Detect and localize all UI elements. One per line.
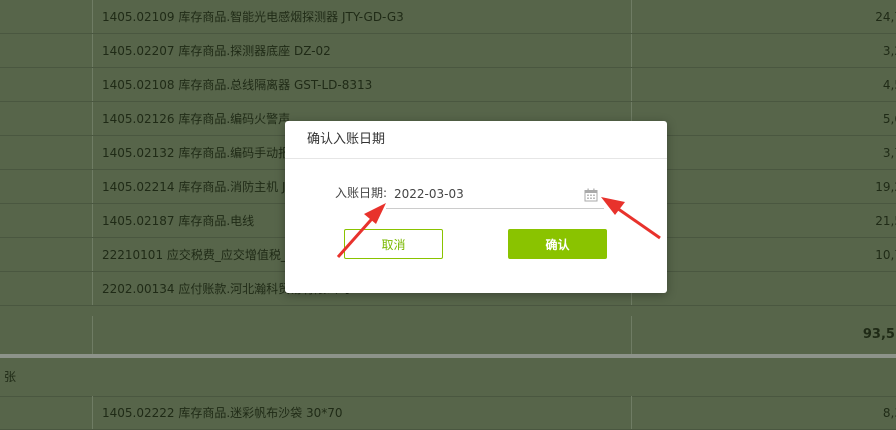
table-row[interactable]: 1405.02109 库存商品.智能光电感烟探测器 JTY-GD-G3 24,7 [0,0,896,34]
account-name: 1405.02222 库存商品.迷彩帆布沙袋 30*70 [102,406,343,420]
cancel-button[interactable]: 取消 [344,229,443,259]
date-input[interactable] [386,179,604,209]
account-name: 1405.02126 库存商品.编码火警声 [102,112,291,126]
total-amount: 93,51 [862,327,896,342]
account-name: 1405.02108 库存商品.总线隔离器 GST-LD-8313 [102,78,373,92]
amount: 19,2 [875,180,896,194]
amount: 5,6 [882,112,896,126]
amount: 21,5 [875,214,896,228]
table-row[interactable]: 1405.02108 库存商品.总线隔离器 GST-LD-8313 4,5 [0,68,896,102]
confirm-date-dialog: 确认入账日期 入账日期: 取消 确认 [285,121,667,293]
calendar-icon[interactable] [584,187,598,202]
date-label: 入账日期: [335,186,388,200]
account-name: 1405.02132 库存商品.编码手动报 [102,146,291,160]
dialog-divider [285,158,667,159]
account-name: 1405.02109 库存商品.智能光电感烟探测器 JTY-GD-G3 [102,10,404,24]
table-row[interactable]: 1405.02222 库存商品.迷彩帆布沙袋 30*70 8,3 [0,396,896,430]
amount: 24,7 [875,10,896,24]
total-row: 93,51 [0,316,896,354]
voucher-section-header: 张 [0,358,896,397]
amount: 8,3 [882,406,896,420]
amount: 3,2 [882,44,896,58]
amount: 4,5 [882,78,896,92]
account-name: 22210101 应交税费_应交增值税_进 [102,248,299,262]
amount: 3,7 [882,146,896,160]
account-name: 1405.02214 库存商品.消防主机 JI [102,180,290,194]
section-label: 张 [4,370,17,384]
table-row[interactable]: 1405.02207 库存商品.探测器底座 DZ-02 3,2 [0,34,896,68]
confirm-button[interactable]: 确认 [508,229,607,259]
account-name: 1405.02207 库存商品.探测器底座 DZ-02 [102,44,331,58]
dialog-title: 确认入账日期 [307,132,386,147]
amount: 10,7 [875,248,896,262]
account-name: 1405.02187 库存商品.电线 [102,214,255,228]
